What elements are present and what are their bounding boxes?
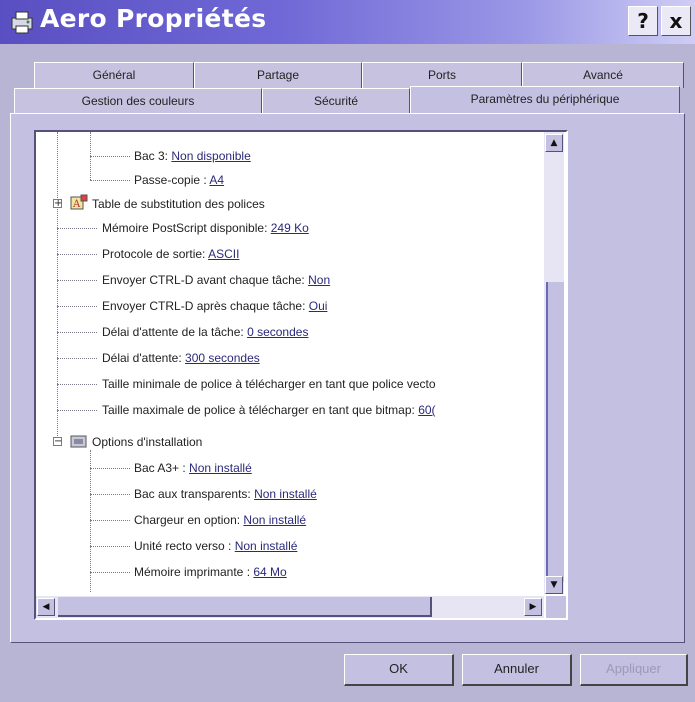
tree-item-memoire-imprimante[interactable]: Mémoire imprimante : 64 Mo: [134, 560, 287, 584]
tree-item-delai-attente[interactable]: Délai d'attente: 300 secondes: [102, 346, 260, 370]
tab-general[interactable]: Général: [34, 62, 194, 88]
tab-partage[interactable]: Partage: [194, 62, 362, 88]
tree-item-memoire-postscript[interactable]: Mémoire PostScript disponible: 249 Ko: [102, 216, 309, 240]
installable-options-icon: [70, 435, 87, 448]
ok-button[interactable]: OK: [344, 654, 454, 686]
vertical-scroll-thumb[interactable]: [546, 282, 564, 582]
tree-item-protocole-sortie[interactable]: Protocole de sortie: ASCII: [102, 242, 239, 266]
tree-item-passe-copie[interactable]: Passe-copie : A4: [134, 168, 224, 192]
scroll-left-button[interactable]: ◀: [37, 598, 55, 616]
tab-ports[interactable]: Ports: [362, 62, 522, 88]
cancel-button[interactable]: Annuler: [462, 654, 572, 686]
horizontal-scroll-thumb[interactable]: [58, 597, 432, 617]
tree-node-options-installation[interactable]: Options d'installation: [92, 430, 202, 454]
tree-item-delai-tache[interactable]: Délai d'attente de la tâche: 0 secondes: [102, 320, 308, 344]
help-button[interactable]: ?: [628, 6, 658, 36]
tab-parametres-peripherique[interactable]: Paramètres du périphérique: [410, 86, 680, 114]
tree-item-bac-transparents[interactable]: Bac aux transparents: Non installé: [134, 482, 317, 506]
scrollbar-corner: [546, 596, 566, 618]
apply-button[interactable]: Appliquer: [580, 654, 688, 686]
tree-item-taille-min-police[interactable]: Taille minimale de police à télécharger …: [102, 372, 436, 396]
collapse-button[interactable]: −: [53, 437, 62, 447]
tree-item-bac3[interactable]: Bac 3: Non disponible: [134, 144, 251, 168]
tab-gestion-couleurs[interactable]: Gestion des couleurs: [14, 88, 262, 114]
tree-item-chargeur-option[interactable]: Chargeur en option: Non installé: [134, 508, 306, 532]
tree-item-taille-max-police[interactable]: Taille maximale de police à télécharger …: [102, 398, 436, 422]
tree-node-substitution-polices[interactable]: Table de substitution des polices: [92, 192, 265, 216]
expand-button[interactable]: +: [53, 199, 62, 209]
printer-icon: [11, 11, 33, 34]
close-button[interactable]: x: [661, 6, 691, 36]
svg-text:A: A: [72, 199, 81, 210]
tree-item-ctrld-apres[interactable]: Envoyer CTRL-D après chaque tâche: Oui: [102, 294, 327, 318]
tree-item-unite-recto-verso[interactable]: Unité recto verso : Non installé: [134, 534, 297, 558]
window-title: Aero Propriétés: [40, 4, 267, 33]
scroll-right-button[interactable]: ▶: [524, 598, 542, 616]
scroll-up-button[interactable]: ▲: [545, 134, 563, 152]
scroll-down-button[interactable]: ▼: [545, 576, 563, 594]
tree-item-ctrld-avant[interactable]: Envoyer CTRL-D avant chaque tâche: Non: [102, 268, 330, 292]
tree-item-bac-a3[interactable]: Bac A3+ : Non installé: [134, 456, 252, 480]
font-table-icon: A: [70, 194, 88, 210]
settings-tree[interactable]: Bac 3: Non disponible Passe-copie : A4 +…: [34, 130, 568, 620]
tab-avance[interactable]: Avancé: [522, 62, 684, 88]
tab-securite[interactable]: Sécurité: [262, 88, 410, 114]
